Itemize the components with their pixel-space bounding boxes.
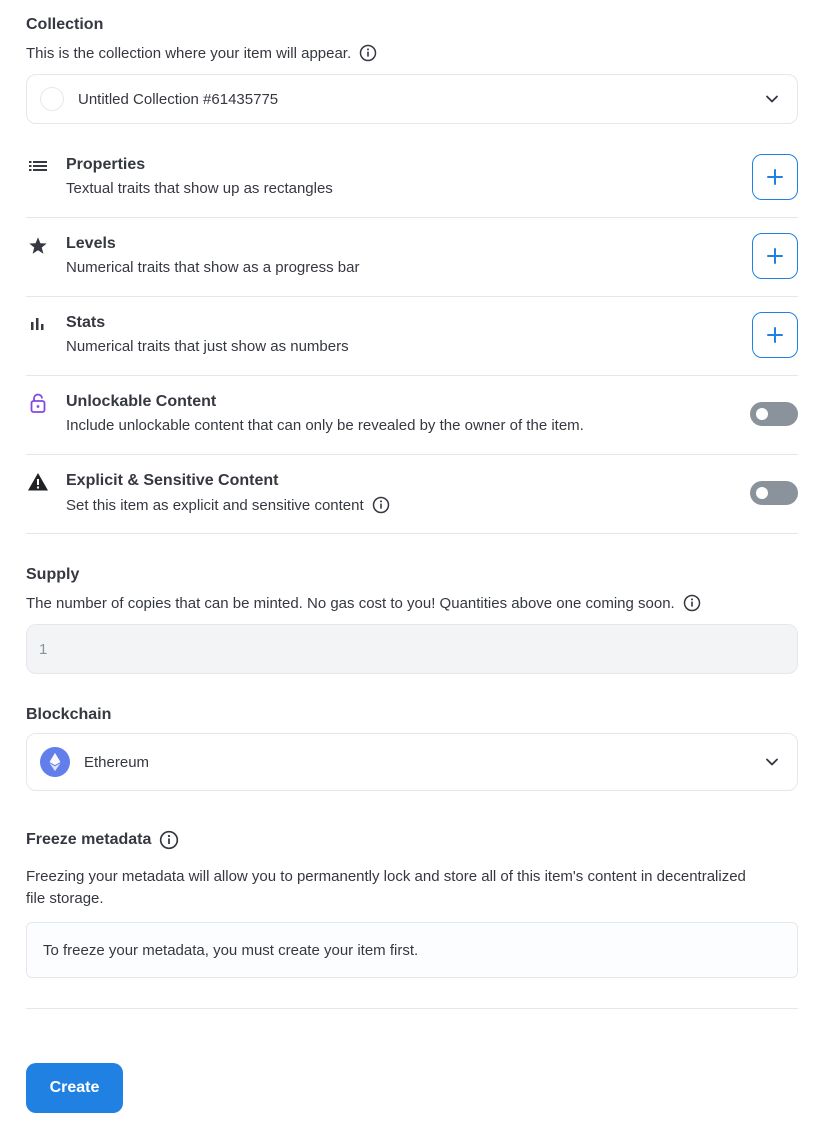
freeze-metadata-notice: To freeze your metadata, you must create… xyxy=(26,922,798,978)
supply-input[interactable]: 1 xyxy=(26,624,798,674)
freeze-metadata-title: Freeze metadata xyxy=(26,830,179,850)
properties-title: Properties xyxy=(66,156,146,173)
freeze-metadata-description: Freezing your metadata will allow you to… xyxy=(26,868,746,907)
star-icon xyxy=(26,234,50,258)
toggle-knob xyxy=(756,408,768,420)
chevron-down-icon xyxy=(765,92,779,106)
supply-title: Supply xyxy=(26,566,80,583)
supply-description: The number of copies that can be minted.… xyxy=(26,594,701,612)
add-stats-button[interactable] xyxy=(752,312,798,358)
explicit-content-toggle[interactable] xyxy=(750,481,798,505)
explicit-content-description-text: Set this item as explicit and sensitive … xyxy=(66,496,364,514)
stats-description: Numerical traits that just show as numbe… xyxy=(66,338,349,355)
unlockable-content-title: Unlockable Content xyxy=(66,393,217,410)
unlockable-content-description: Include unlockable content that can only… xyxy=(66,417,584,434)
plus-icon xyxy=(767,169,783,185)
explicit-content-description: Set this item as explicit and sensitive … xyxy=(66,496,390,514)
trait-row-levels: Levels Numerical traits that show as a p… xyxy=(26,217,798,297)
info-icon[interactable] xyxy=(159,830,179,850)
warning-icon xyxy=(26,470,50,494)
blockchain-dropdown[interactable]: Ethereum xyxy=(26,733,798,791)
collection-avatar xyxy=(40,87,64,111)
plus-icon xyxy=(767,248,783,264)
freeze-metadata-title-text: Freeze metadata xyxy=(26,831,152,848)
supply-description-text: The number of copies that can be minted.… xyxy=(26,594,675,612)
collection-title: Collection xyxy=(26,16,104,33)
chevron-down-icon xyxy=(765,755,779,769)
stats-title: Stats xyxy=(66,314,106,331)
lock-icon xyxy=(26,391,50,415)
blockchain-selected-value: Ethereum xyxy=(84,753,150,771)
plus-icon xyxy=(767,327,783,343)
levels-description: Numerical traits that show as a progress… xyxy=(66,259,360,276)
add-levels-button[interactable] xyxy=(752,233,798,279)
ethereum-icon xyxy=(40,747,70,777)
add-properties-button[interactable] xyxy=(752,154,798,200)
divider xyxy=(26,1008,798,1009)
trait-row-properties: Properties Textual traits that show up a… xyxy=(26,138,798,218)
trait-row-explicit-content: Explicit & Sensitive Content Set this it… xyxy=(26,454,798,534)
info-icon[interactable] xyxy=(683,594,701,612)
unlockable-content-toggle[interactable] xyxy=(750,402,798,426)
blockchain-title: Blockchain xyxy=(26,706,112,723)
properties-description: Textual traits that show up as rectangle… xyxy=(66,180,333,197)
bar-chart-icon xyxy=(26,312,50,336)
info-icon[interactable] xyxy=(359,44,377,62)
collection-description: This is the collection where your item w… xyxy=(26,44,377,62)
create-button[interactable]: Create xyxy=(26,1063,123,1113)
trait-row-stats: Stats Numerical traits that just show as… xyxy=(26,296,798,376)
toggle-knob xyxy=(756,487,768,499)
levels-title: Levels xyxy=(66,235,116,252)
trait-row-unlockable-content: Unlockable Content Include unlockable co… xyxy=(26,375,798,455)
collection-description-text: This is the collection where your item w… xyxy=(26,44,352,62)
info-icon[interactable] xyxy=(372,496,390,514)
explicit-content-title: Explicit & Sensitive Content xyxy=(66,472,279,489)
list-icon xyxy=(26,154,50,178)
collection-selected-value: Untitled Collection #61435775 xyxy=(78,90,279,108)
supply-value: 1 xyxy=(39,640,48,658)
collection-dropdown[interactable]: Untitled Collection #61435775 xyxy=(26,74,798,124)
